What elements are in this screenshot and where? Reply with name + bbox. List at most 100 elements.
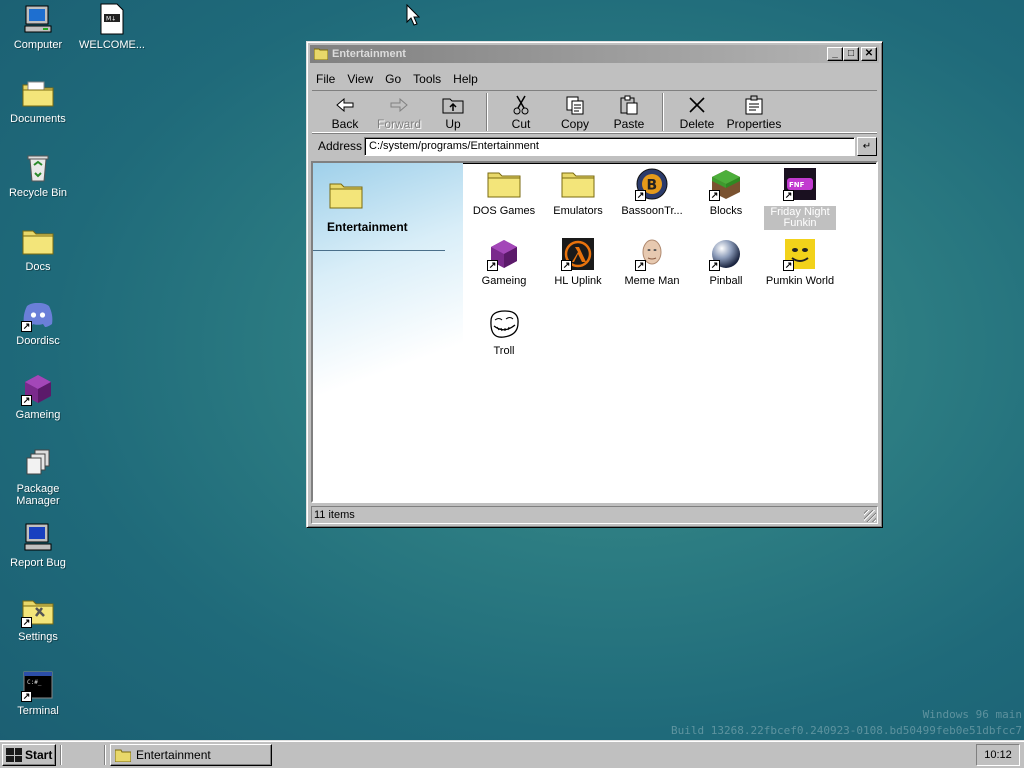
file-item-friday-night-funkin[interactable]: FNF ↗ Friday Night Funkin <box>764 167 836 230</box>
paste-label: Paste <box>613 117 645 131</box>
desktop-icon-documents[interactable]: Documents <box>0 76 76 125</box>
resize-grip-icon[interactable] <box>864 510 876 522</box>
file-item-bassoontracker[interactable]: B ↗ BassoonTr... <box>616 167 688 217</box>
properties-icon <box>743 95 765 115</box>
file-item-hl-uplink[interactable]: ↗ HL Uplink <box>542 237 614 287</box>
windows-logo-icon <box>6 748 22 762</box>
taskbar-divider <box>60 745 62 765</box>
file-item-gameing[interactable]: ↗ Gameing <box>468 237 540 287</box>
file-item-label: Blocks <box>709 205 743 217</box>
folder-icon <box>115 749 131 762</box>
troll-face-icon <box>487 307 521 341</box>
file-item-label: Pinball <box>709 275 743 287</box>
maximize-button[interactable]: □ <box>843 47 859 61</box>
shortcut-arrow-icon: ↗ <box>635 190 646 201</box>
file-item-blocks[interactable]: ↗ Blocks <box>690 167 762 217</box>
explorer-window[interactable]: Entertainment _ □ ✕ File View Go Tools H… <box>306 41 883 528</box>
go-button[interactable]: ↵ <box>857 136 877 156</box>
minimize-button[interactable]: _ <box>827 47 843 61</box>
system-clock[interactable]: 10:12 <box>976 744 1020 766</box>
desktop-icon-gameing[interactable]: ↗ Gameing <box>0 372 76 421</box>
desktop-icon-label: Docs <box>25 261 51 273</box>
desktop-icon-label: WELCOME... <box>78 39 145 51</box>
file-item-label: BassoonTr... <box>621 205 683 217</box>
file-item-pumkin-world[interactable]: ↗ Pumkin World <box>764 237 836 287</box>
menu-bar: File View Go Tools Help <box>310 69 484 89</box>
file-item-troll[interactable]: Troll <box>468 307 540 357</box>
address-bar: Address C:/system/programs/Entertainment… <box>312 135 877 157</box>
menu-view[interactable]: View <box>341 72 379 86</box>
desktop-icon-label: Gameing <box>15 409 61 421</box>
file-item-emulators[interactable]: Emulators <box>542 167 614 217</box>
delete-label: Delete <box>679 117 715 131</box>
address-input[interactable]: C:/system/programs/Entertainment <box>364 136 855 156</box>
shortcut-arrow-icon: ↗ <box>709 260 720 271</box>
up-button[interactable]: Up <box>426 91 480 133</box>
folder-icon <box>21 224 55 258</box>
address-label: Address <box>318 139 363 153</box>
back-button[interactable]: Back <box>318 91 372 133</box>
shortcut-arrow-icon: ↗ <box>21 321 32 332</box>
discord-icon: ↗ <box>21 298 55 332</box>
desktop-icon-docs[interactable]: Docs <box>0 224 76 273</box>
folder-icon <box>487 167 521 201</box>
properties-button[interactable]: Properties <box>724 91 784 133</box>
cut-label: Cut <box>511 117 531 131</box>
copy-button[interactable]: Copy <box>548 91 602 133</box>
svg-text:FNF: FNF <box>789 181 805 189</box>
taskbar-item-label: Entertainment <box>136 748 211 762</box>
status-item-count: 11 items <box>314 509 355 521</box>
desktop-icon-settings[interactable]: ↗ Settings <box>0 594 76 643</box>
toolbar-separator <box>662 93 664 131</box>
desktop-icon-doordisc[interactable]: ↗ Doordisc <box>0 298 76 347</box>
file-item-pinball[interactable]: ↗ Pinball <box>690 237 762 287</box>
taskbar: Start Entertainment 10:12 <box>0 740 1024 768</box>
taskbar-divider <box>104 745 106 765</box>
desktop-icon-package-manager[interactable]: Package Manager <box>0 446 76 507</box>
folder-content-area[interactable]: Entertainment DOS Games Emulators B ↗ Bas… <box>311 161 878 503</box>
shortcut-arrow-icon: ↗ <box>487 260 498 271</box>
copy-icon <box>564 95 586 115</box>
desktop-icon-report-bug[interactable]: Report Bug <box>0 520 76 569</box>
cut-button[interactable]: Cut <box>494 91 548 133</box>
forward-button[interactable]: Forward <box>372 91 426 133</box>
mouse-cursor-icon <box>406 3 421 29</box>
folder-sidebar-panel: Entertainment <box>313 163 463 501</box>
clipboard-icon <box>618 95 640 115</box>
desktop-icon-welcome[interactable]: M↓ WELCOME... <box>74 2 150 51</box>
meme-man-icon: ↗ <box>635 237 669 271</box>
grass-block-icon: ↗ <box>709 167 743 201</box>
sidebar-divider <box>313 250 445 251</box>
shortcut-arrow-icon: ↗ <box>709 190 720 201</box>
menu-file[interactable]: File <box>310 72 341 86</box>
folder-sidebar-title: Entertainment <box>327 220 408 234</box>
desktop-icon-label: Package Manager <box>16 483 60 507</box>
terminal-icon: C:#_ ↗ <box>21 668 55 702</box>
up-label: Up <box>445 117 461 131</box>
computer-icon <box>21 520 55 554</box>
desktop-icon-label: Report Bug <box>10 557 66 569</box>
desktop-icon-label: Documents <box>10 113 66 125</box>
desktop-icon-label: Doordisc <box>16 335 60 347</box>
file-item-dos-games[interactable]: DOS Games <box>468 167 540 217</box>
desktop-icon-computer[interactable]: Computer <box>0 2 76 51</box>
window-titlebar[interactable]: Entertainment _ □ ✕ <box>310 45 879 63</box>
toolbar-separator <box>486 93 488 131</box>
desktop-icon-terminal[interactable]: C:#_ ↗ Terminal <box>0 668 76 717</box>
file-item-label: Gameing <box>481 275 527 287</box>
status-bar: 11 items <box>311 506 878 524</box>
file-item-meme-man[interactable]: ↗ Meme Man <box>616 237 688 287</box>
menu-tools[interactable]: Tools <box>407 72 447 86</box>
close-button[interactable]: ✕ <box>861 47 877 61</box>
desktop-icon-recycle-bin[interactable]: Recycle Bin <box>0 150 76 199</box>
shortcut-arrow-icon: ↗ <box>21 691 32 702</box>
menu-go[interactable]: Go <box>379 72 407 86</box>
paste-button[interactable]: Paste <box>602 91 656 133</box>
menu-help[interactable]: Help <box>447 72 484 86</box>
start-button[interactable]: Start <box>2 744 56 766</box>
taskbar-item-entertainment[interactable]: Entertainment <box>110 744 272 766</box>
build-watermark-line1: Windows 96 main <box>922 708 1022 721</box>
delete-button[interactable]: Delete <box>670 91 724 133</box>
forward-arrow-icon <box>388 95 410 115</box>
folder-icon <box>561 167 595 201</box>
